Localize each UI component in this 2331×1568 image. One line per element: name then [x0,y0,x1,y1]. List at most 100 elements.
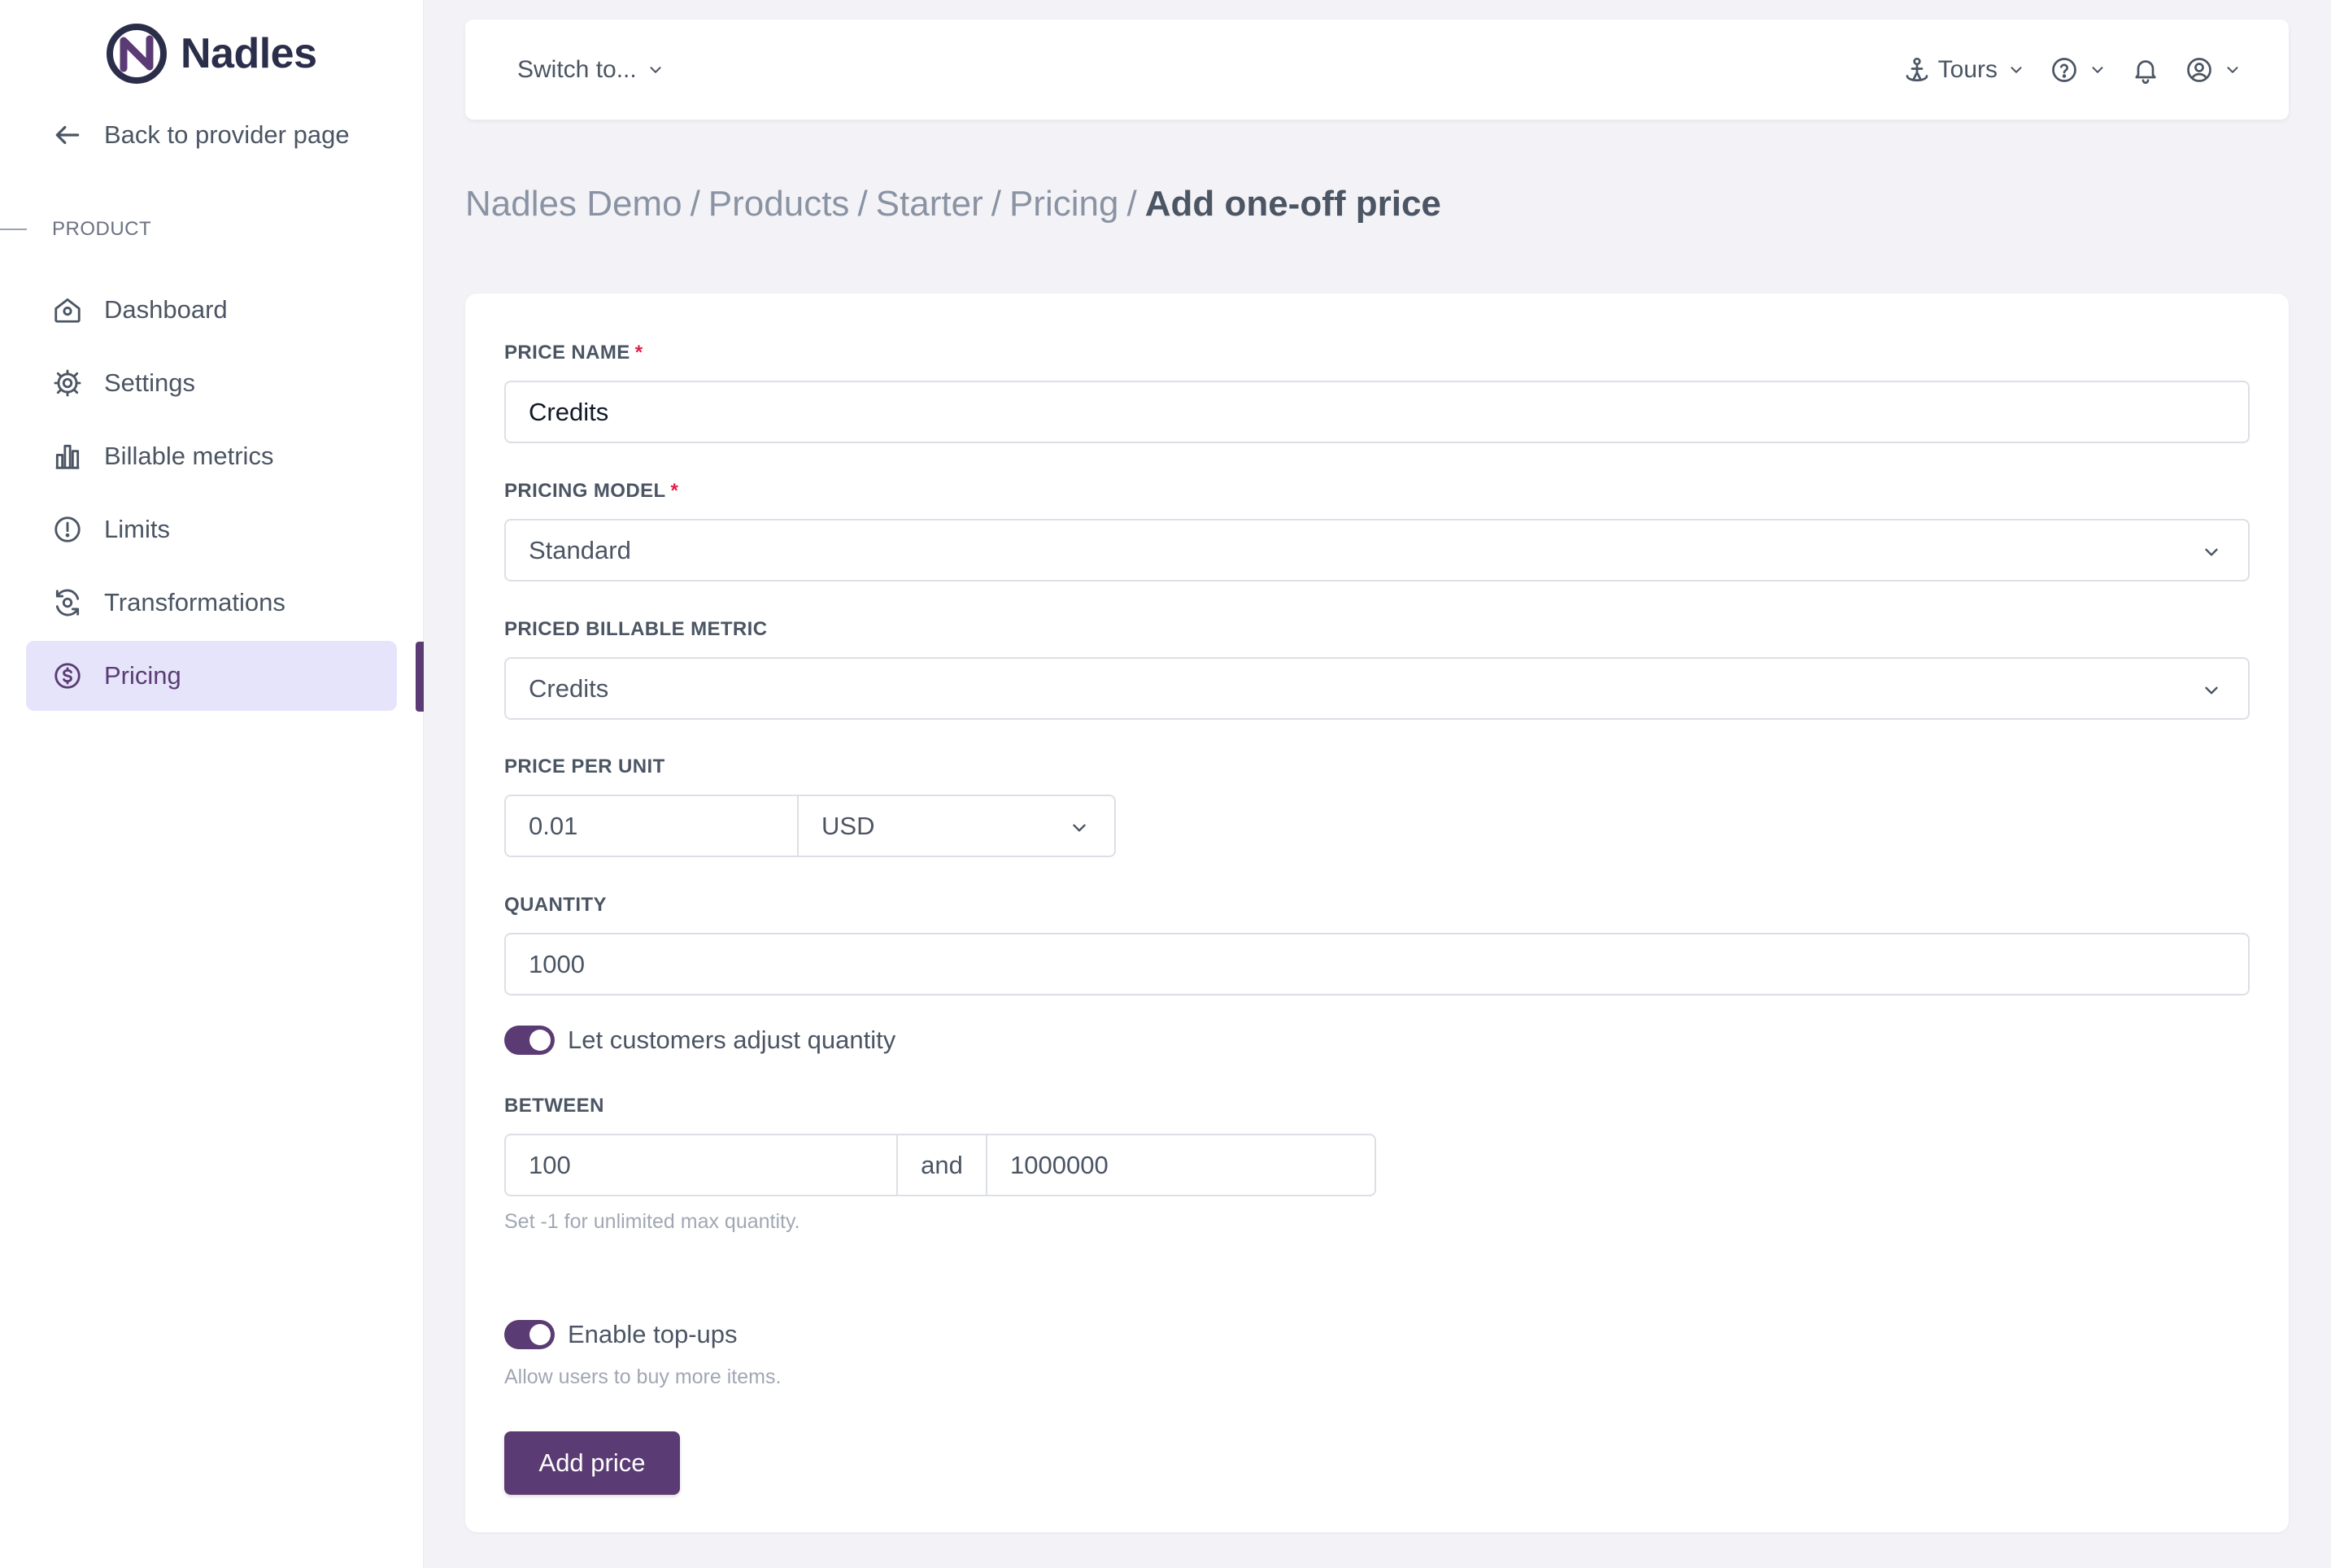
sidebar-item-dashboard[interactable]: Dashboard [26,275,397,345]
active-indicator [416,642,424,712]
toggle-knob [529,1030,551,1051]
chevron-down-icon [2011,67,2022,73]
price-name-label-text: PRICE NAME [504,342,630,364]
add-price-button[interactable]: Add price [504,1431,680,1495]
home-icon [54,298,81,323]
adjust-quantity-toggle[interactable] [504,1026,555,1055]
alert-circle-icon [54,516,81,542]
sidebar-item-label: Dashboard [104,295,228,324]
max-quantity-value: 1000000 [1010,1150,1109,1179]
section-label: PRODUCT [52,218,152,240]
help-circle-icon [2052,58,2076,82]
pricing-model-value: Standard [529,535,631,564]
price-per-unit-value: 0.01 [529,811,578,840]
sidebar-item-billable-metrics[interactable]: Billable metrics [26,421,397,491]
top-bar-actions: Tours [1878,49,2242,91]
breadcrumb-separator: / [857,184,868,224]
arrow-left-icon [55,125,80,145]
chevron-down-icon [2205,686,2218,695]
brand-name: Nadles [181,30,317,77]
between-group: 100 and 1000000 [504,1134,1376,1196]
billable-metric-value: Credits [529,673,609,703]
price-name-label: PRICE NAME * [504,342,643,364]
sidebar-item-label: Limits [104,515,170,543]
sidebar-item-settings[interactable]: Settings [26,348,397,418]
top-ups-row: Enable top-ups [504,1318,738,1351]
help-dropdown[interactable] [2050,55,2107,85]
breadcrumb-item-products[interactable]: Products [708,184,850,224]
toggle-knob [529,1324,551,1345]
sidebar-item-limits[interactable]: Limits [26,494,397,564]
billable-metric-select[interactable]: Credits [504,657,2250,720]
back-label: Back to provider page [104,120,350,149]
sidebar-item-label: Billable metrics [104,442,274,470]
price-name-input[interactable]: Credits [504,381,2250,443]
quantity-value: 1000 [529,949,585,978]
required-mark: * [634,342,643,364]
dollar-circle-icon [54,663,81,689]
logo[interactable]: Nadles [106,23,317,85]
section-divider [0,229,27,230]
adjust-quantity-row: Let customers adjust quantity [504,1024,895,1056]
sidebar-item-label: Settings [104,368,196,397]
pricing-model-label: PRICING MODEL * [504,480,678,503]
chevron-down-icon [650,67,661,73]
switch-to-label: Switch to... [517,56,637,83]
between-connector-text: and [921,1150,963,1179]
adjust-quantity-label: Let customers adjust quantity [568,1026,896,1054]
chevron-down-icon [2205,548,2218,556]
min-quantity-input[interactable]: 100 [506,1135,896,1195]
notifications-button[interactable] [2131,55,2160,85]
min-quantity-value: 100 [529,1150,571,1179]
between-label: BETWEEN [504,1095,604,1117]
sidebar: Nadles Back to provider page PRODUCT Das… [0,0,424,1568]
between-help-text: Set -1 for unlimited max quantity. [504,1210,800,1233]
user-circle-icon [2187,58,2211,82]
quantity-input[interactable]: 1000 [504,933,2250,995]
breadcrumb-separator: / [991,184,1001,224]
sidebar-item-transformations[interactable]: Transformations [26,568,397,638]
tours-label: Tours [1937,56,1998,83]
breadcrumb-item-nadles-demo[interactable]: Nadles Demo [465,184,682,224]
transform-icon [55,589,80,616]
breadcrumb-separator: / [1126,184,1137,224]
top-ups-toggle[interactable] [504,1320,555,1349]
breadcrumb-item-starter[interactable]: Starter [876,184,983,224]
tour-guide-icon [1906,57,1928,82]
currency-value: USD [821,811,875,840]
max-quantity-input[interactable]: 1000000 [986,1135,1375,1195]
sidebar-item-label: Transformations [104,588,285,616]
tours-dropdown[interactable]: Tours [1902,55,2025,85]
bar-chart-icon [55,444,80,469]
switch-to-dropdown[interactable]: Switch to... [517,50,664,89]
sidebar-nav: Dashboard Settings Billable metrics Limi… [26,275,397,714]
back-to-provider-link[interactable]: Back to provider page [52,114,350,156]
required-mark: * [670,480,679,502]
gear-icon [54,369,81,397]
bell-icon [2135,60,2156,85]
sidebar-item-pricing[interactable]: Pricing [26,641,397,711]
between-connector: and [896,1135,986,1195]
price-per-unit-input[interactable]: 0.01 [506,796,797,856]
price-per-unit-label: PRICE PER UNIT [504,756,665,777]
sidebar-item-label: Pricing [104,661,181,690]
top-bar: Switch to... Tours [465,20,2289,120]
top-ups-label: Enable top-ups [568,1320,738,1348]
breadcrumb-separator: / [690,184,700,224]
breadcrumb-item-pricing[interactable]: Pricing [1009,184,1119,224]
pricing-model-select[interactable]: Standard [504,519,2250,581]
price-per-unit-group: 0.01 USD [504,795,1116,857]
nadles-logo-icon [107,24,167,84]
currency-select[interactable]: USD [797,796,1114,856]
page-title: Add one-off price [1144,184,1441,224]
chevron-down-icon [2227,67,2238,73]
chevron-down-icon [1073,824,1086,832]
pricing-model-label-text: PRICING MODEL [504,480,666,502]
chevron-down-icon [2092,67,2103,73]
add-price-form: PRICE NAME * Credits PRICING MODEL * Stand… [465,294,2289,1532]
quantity-label: QUANTITY [504,894,607,916]
price-name-value: Credits [529,397,609,426]
billable-metric-label: PRICED BILLABLE METRIC [504,618,768,640]
user-menu-dropdown[interactable] [2185,55,2242,85]
breadcrumb: Nadles Demo / Products / Starter / Prici… [465,184,1441,224]
